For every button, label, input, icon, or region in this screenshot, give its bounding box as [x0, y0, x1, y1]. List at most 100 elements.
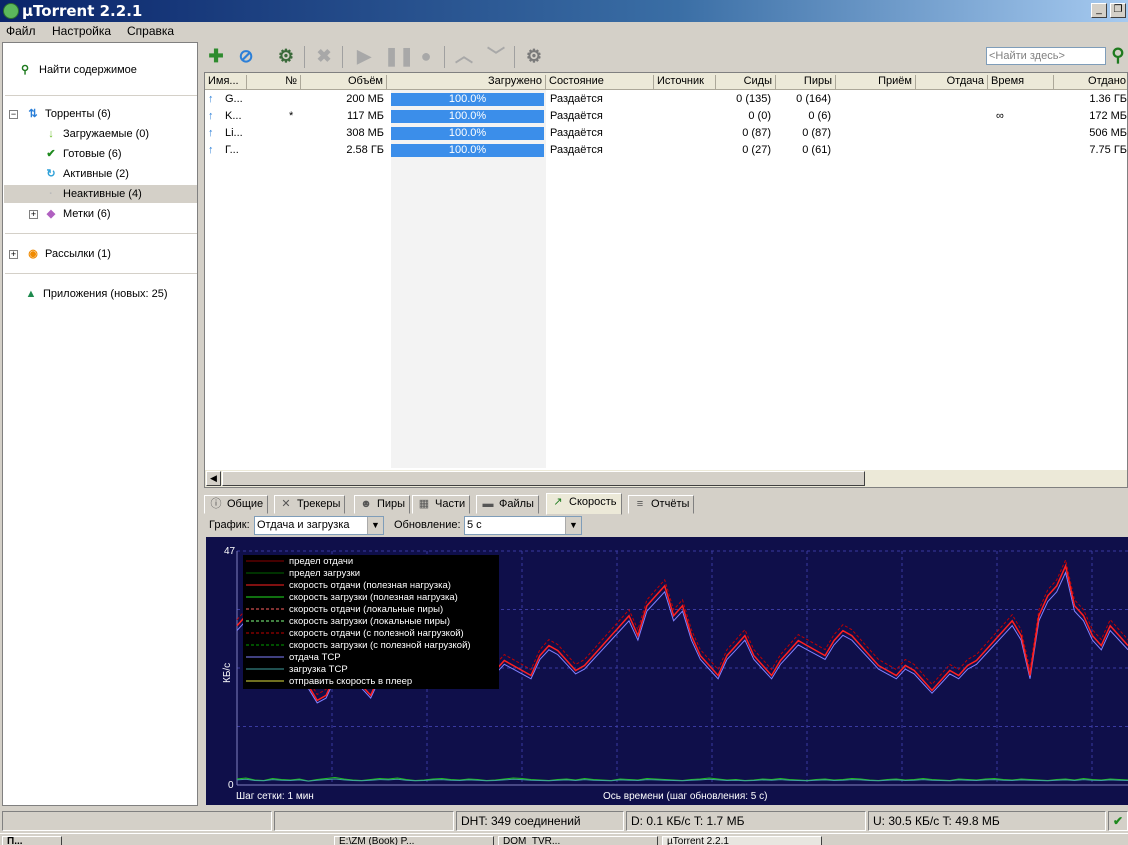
start-icon[interactable]: ▶ [352, 44, 376, 68]
sidebar-item-label: Неактивные (4) [63, 188, 142, 200]
col-header-size[interactable]: Объём [301, 75, 387, 90]
col-header-downloaded[interactable]: Загружено [387, 75, 546, 90]
torrent-peers: 0 (6) [808, 110, 831, 122]
torrent-status: Раздаётся [550, 93, 603, 105]
move-down-icon[interactable]: ﹀ [484, 44, 508, 68]
add-url-icon[interactable]: ⊘ [234, 44, 258, 68]
torrent-name: K... [225, 110, 242, 122]
scrollbar-thumb[interactable] [222, 471, 865, 486]
tab-label: Части [435, 498, 466, 510]
horizontal-scrollbar[interactable]: ◀ [205, 470, 1127, 487]
create-torrent-icon[interactable]: ⚙ [274, 44, 298, 68]
stop-icon[interactable]: ● [414, 44, 438, 68]
expand-toggle[interactable]: + [29, 210, 38, 219]
download-arrow-icon: ↓ [48, 128, 54, 140]
sidebar-item-label: Рассылки (1) [45, 248, 111, 260]
menu-settings[interactable]: Настройка [52, 24, 111, 38]
table-row[interactable]: ↑ Г... 2.58 ГБ Раздаётся 0 (27) 0 (61) 7.75 ГБ… [205, 142, 1127, 159]
expand-toggle[interactable]: + [9, 250, 18, 259]
taskbar-button-active[interactable]: µTorrent 2.2.1 [662, 836, 822, 845]
tab-pieces[interactable]: ▦ Части [412, 495, 471, 514]
taskbar-button[interactable]: E:\ZM (Book) P... [334, 836, 494, 845]
sidebar-divider [5, 273, 197, 274]
col-header-seeds[interactable]: Сиды [716, 75, 776, 90]
update-interval-select[interactable]: 5 с ▼ [464, 516, 582, 535]
torrent-status: Раздаётся [550, 144, 603, 156]
graph-type-select[interactable]: Отдача и загрузка ▼ [254, 516, 384, 535]
sidebar-item-completed[interactable]: ✔ Готовые (6) [43, 145, 121, 163]
restore-button[interactable]: ❐ [1110, 3, 1126, 18]
tab-logger[interactable]: ≡ Отчёты [628, 495, 695, 514]
col-header-number[interactable]: № [247, 75, 301, 90]
download-status[interactable]: D: 0.1 КБ/с T: 1.7 МБ [626, 811, 866, 831]
graph-type-label: График: [209, 519, 250, 531]
col-header-up-speed[interactable]: Отдача [916, 75, 988, 90]
tab-peers[interactable]: ☻ Пиры [354, 495, 411, 514]
sidebar-item-label: Активные (2) [63, 168, 129, 180]
torrent-size: 117 МБ [347, 110, 384, 122]
y-min-label: 0 [228, 780, 234, 791]
col-header-eta[interactable]: Время [988, 75, 1054, 90]
sidebar-item-active[interactable]: ↻ Активные (2) [43, 165, 129, 183]
sidebar-item-label: Торренты (6) [45, 108, 111, 120]
chevron-down-icon[interactable]: ▼ [565, 517, 581, 534]
minimize-button[interactable]: _ [1091, 3, 1107, 18]
tab-label: Файлы [499, 498, 534, 510]
collapse-toggle[interactable]: − [9, 110, 18, 119]
col-header-down-speed[interactable]: Приём [836, 75, 916, 90]
tab-files[interactable]: ▬ Файлы [476, 495, 539, 514]
start-button[interactable]: П... [2, 836, 62, 845]
torrent-name: G... [225, 93, 243, 105]
search-icon[interactable]: ⚲ [1108, 43, 1128, 67]
move-up-icon[interactable]: ︿ [452, 44, 476, 68]
menu-help[interactable]: Справка [127, 24, 174, 38]
search-input[interactable]: <Найти здесь> [986, 47, 1106, 65]
torrent-uploaded: 506 МБ [1089, 127, 1127, 139]
legend-label: скорость отдачи (полезная нагрузка) [289, 580, 451, 591]
inactive-icon: · [49, 188, 53, 200]
table-row[interactable]: ↑ K... * 117 МБ Раздаётся 0 (0) 0 (6) ∞ 172 МБ 10… [205, 108, 1127, 125]
tab-general[interactable]: ⓘ Общие [204, 495, 269, 514]
torrent-upload-icon: ↑ [208, 127, 214, 139]
tab-speed[interactable]: ↗ Скорость [546, 493, 622, 515]
sidebar-divider [5, 95, 197, 96]
sidebar-item-apps[interactable]: ▲ Приложения (новых: 25) [23, 285, 168, 303]
settings-gear-icon[interactable]: ⚙ [522, 44, 546, 68]
network-ok-icon[interactable]: ✔ [1108, 811, 1128, 831]
legend-label: скорость загрузки (локальные пиры) [289, 616, 450, 627]
table-row[interactable]: ↑ Li... 308 МБ Раздаётся 0 (87) 0 (87) 506 МБ 1… [205, 125, 1127, 142]
utorrent-logo-icon [3, 3, 19, 19]
sidebar-item-inactive[interactable]: · Неактивные (4) [4, 185, 197, 203]
list-header: Имя... № Объём Загружено Состояние Источ… [205, 73, 1127, 90]
legend-label: предел загрузки [289, 568, 360, 579]
scroll-left-arrow-icon[interactable]: ◀ [206, 471, 221, 486]
rss-icon: ◉ [28, 248, 38, 260]
pause-icon[interactable]: ❚❚ [384, 44, 414, 68]
col-header-status[interactable]: Состояние [546, 75, 654, 90]
chevron-down-icon[interactable]: ▼ [367, 517, 383, 534]
table-row[interactable]: ↑ G... 200 МБ Раздаётся 0 (135) 0 (164) 1.36 Г… [205, 91, 1127, 108]
upload-status[interactable]: U: 30.5 КБ/с T: 49.8 МБ [868, 811, 1106, 831]
sidebar-item-downloading[interactable]: ↓ Загружаемые (0) [43, 125, 149, 143]
speed-graph-icon: ↗ [553, 496, 563, 508]
trackers-icon: ✕ [281, 498, 291, 510]
col-header-source[interactable]: Источник [654, 75, 716, 90]
dht-status[interactable]: DHT: 349 соединений [456, 811, 624, 831]
remove-icon[interactable]: ✖ [312, 44, 336, 68]
col-header-peers[interactable]: Пиры [776, 75, 836, 90]
sidebar-item-label: Приложения (новых: 25) [43, 288, 168, 300]
sidebar-divider [5, 233, 197, 234]
col-header-name[interactable]: Имя... [205, 75, 247, 90]
progress-bar: 100.0% [391, 144, 544, 157]
add-torrent-icon[interactable]: ✚ [204, 44, 228, 68]
toolbar: ✚ ⊘ ⚙ ✖ ▶ ❚❚ ● ︿ ﹀ ⚙ <Найти здесь> ⚲ [200, 40, 1128, 72]
tab-trackers[interactable]: ✕ Трекеры [274, 495, 346, 514]
menu-file[interactable]: Файл [6, 24, 36, 38]
graph-type-value: Отдача и загрузка [257, 519, 350, 531]
legend-label: скорость загрузки (с полезной нагрузкой) [289, 640, 471, 651]
find-content-link[interactable]: ⚲ Найти содержимое [21, 63, 137, 77]
taskbar-button[interactable]: DOM_TVR... [498, 836, 658, 845]
col-header-uploaded[interactable]: Отдано [1054, 75, 1127, 90]
torrent-number: * [289, 110, 294, 122]
grid-step-label: Шаг сетки: 1 мин [236, 791, 314, 802]
